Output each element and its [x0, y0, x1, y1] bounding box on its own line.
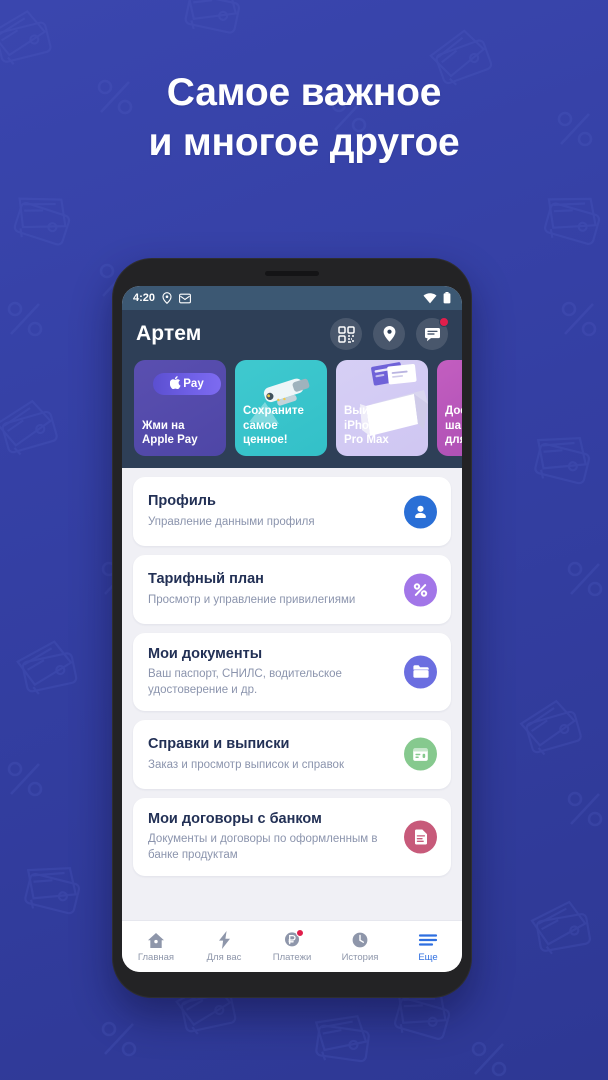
- menu-item-tariff-plan[interactable]: Тарифный план Просмотр и управление прив…: [133, 555, 451, 624]
- menu-item-title: Профиль: [148, 493, 216, 510]
- nav-label: История: [341, 951, 379, 963]
- story-card-win-iphone[interactable]: Выиграй iPhone 11 Pro Max: [336, 360, 428, 456]
- chat-notification-badge: [439, 317, 449, 327]
- apple-pay-badge: Pay: [153, 373, 221, 395]
- menu-item-subtitle: Документы и договоры по оформленным в ба…: [148, 833, 378, 861]
- menu-list[interactable]: Профиль Управление данными профиля Тариф…: [122, 468, 462, 920]
- percent-icon: [404, 573, 437, 606]
- status-bar-time: 4:20: [133, 292, 156, 304]
- ruble-payment-icon: [283, 928, 304, 950]
- nav-label: Для вас: [206, 951, 242, 963]
- story-text: Дос ша для: [445, 404, 462, 447]
- menu-item-profile[interactable]: Профиль Управление данными профиля: [133, 477, 451, 546]
- nav-item-home[interactable]: Главная: [122, 931, 190, 963]
- header-actions: [330, 317, 449, 350]
- nav-item-history[interactable]: История: [326, 931, 394, 963]
- user-name: Артем: [136, 322, 202, 345]
- speaker-grille: [265, 271, 319, 276]
- apple-logo-icon: [170, 376, 181, 392]
- menu-item-subtitle: Управление данными профиля: [148, 515, 315, 528]
- nav-label: Еще: [418, 951, 438, 963]
- stories-list: Pay Жми на Apple Pay Сохраните самое цен…: [134, 360, 462, 456]
- story-text: Жми на Apple Pay: [142, 419, 198, 447]
- app-header: Артем: [122, 310, 462, 360]
- apple-pay-label: Pay: [183, 378, 204, 390]
- promo-headline: Самое важное и многое другое: [0, 68, 608, 167]
- status-bar: 4:20: [122, 286, 462, 310]
- phone-screen: 4:20 Артем Pay Жми на Apple Pay Сохранит…: [122, 286, 462, 972]
- location-icon: [162, 292, 172, 304]
- qr-code-icon: [337, 325, 355, 343]
- clock-icon: [351, 931, 369, 950]
- nav-label: Платежи: [272, 951, 312, 963]
- menu-item-title: Мои договоры с банком: [148, 810, 322, 827]
- story-card-affordable-step[interactable]: Дос ша для: [437, 360, 462, 456]
- wifi-icon: [423, 292, 437, 304]
- headline-line-2: и многое другое: [148, 120, 460, 164]
- nav-item-payments[interactable]: Платежи: [258, 928, 326, 963]
- nav-label: Главная: [137, 951, 175, 963]
- hamburger-menu-icon: [418, 931, 438, 950]
- mail-icon: [179, 293, 191, 304]
- home-icon: [147, 931, 165, 950]
- menu-item-bank-contracts[interactable]: Мои договоры с банком Документы и догово…: [133, 797, 451, 876]
- chat-button[interactable]: [416, 317, 449, 350]
- person-icon: [404, 495, 437, 528]
- menu-item-my-documents[interactable]: Мои документы Ваш паспорт, СНИЛС, водите…: [133, 633, 451, 711]
- qr-scanner-button[interactable]: [330, 318, 362, 350]
- story-card-save-valuables[interactable]: Сохраните самое ценное!: [235, 360, 327, 456]
- statement-card-icon: [404, 737, 437, 771]
- menu-item-title: Справки и выписки: [148, 736, 290, 753]
- nav-item-more[interactable]: Еще: [394, 931, 462, 963]
- stories-carousel[interactable]: Pay Жми на Apple Pay Сохраните самое цен…: [122, 360, 462, 468]
- lightning-icon: [218, 931, 231, 950]
- battery-icon: [443, 292, 451, 304]
- menu-item-title: Мои документы: [148, 646, 263, 662]
- menu-item-subtitle: Заказ и просмотр выписок и справок: [148, 758, 344, 771]
- phone-mockup: 4:20 Артем Pay Жми на Apple Pay Сохранит…: [112, 258, 472, 998]
- story-text: Выиграй iPhone 11 Pro Max: [344, 404, 398, 447]
- nav-item-for-you[interactable]: Для вас: [190, 931, 258, 963]
- payments-notification-badge: [296, 928, 304, 937]
- promo-screenshot: Самое важное и многое другое 4:20 Артем …: [0, 0, 608, 1080]
- headline-line-1: Самое важное: [166, 71, 442, 114]
- menu-item-subtitle: Ваш паспорт, СНИЛС, водительское удостов…: [148, 668, 342, 696]
- menu-item-subtitle: Просмотр и управление привилегиями: [148, 593, 356, 606]
- status-bar-right: [423, 292, 451, 304]
- folder-icon: [404, 655, 437, 689]
- location-pin-icon: [382, 325, 397, 343]
- story-text: Сохраните самое ценное!: [243, 404, 304, 447]
- menu-item-title: Тарифный план: [148, 571, 264, 588]
- menu-item-statements[interactable]: Справки и выписки Заказ и просмотр выпис…: [133, 719, 451, 789]
- story-card-apple-pay[interactable]: Pay Жми на Apple Pay: [134, 360, 226, 456]
- map-location-button[interactable]: [373, 318, 405, 350]
- document-icon: [404, 820, 437, 854]
- chat-bubble-icon: [424, 327, 441, 342]
- bottom-navigation[interactable]: Главная Для вас Платежи История Еще: [122, 920, 462, 972]
